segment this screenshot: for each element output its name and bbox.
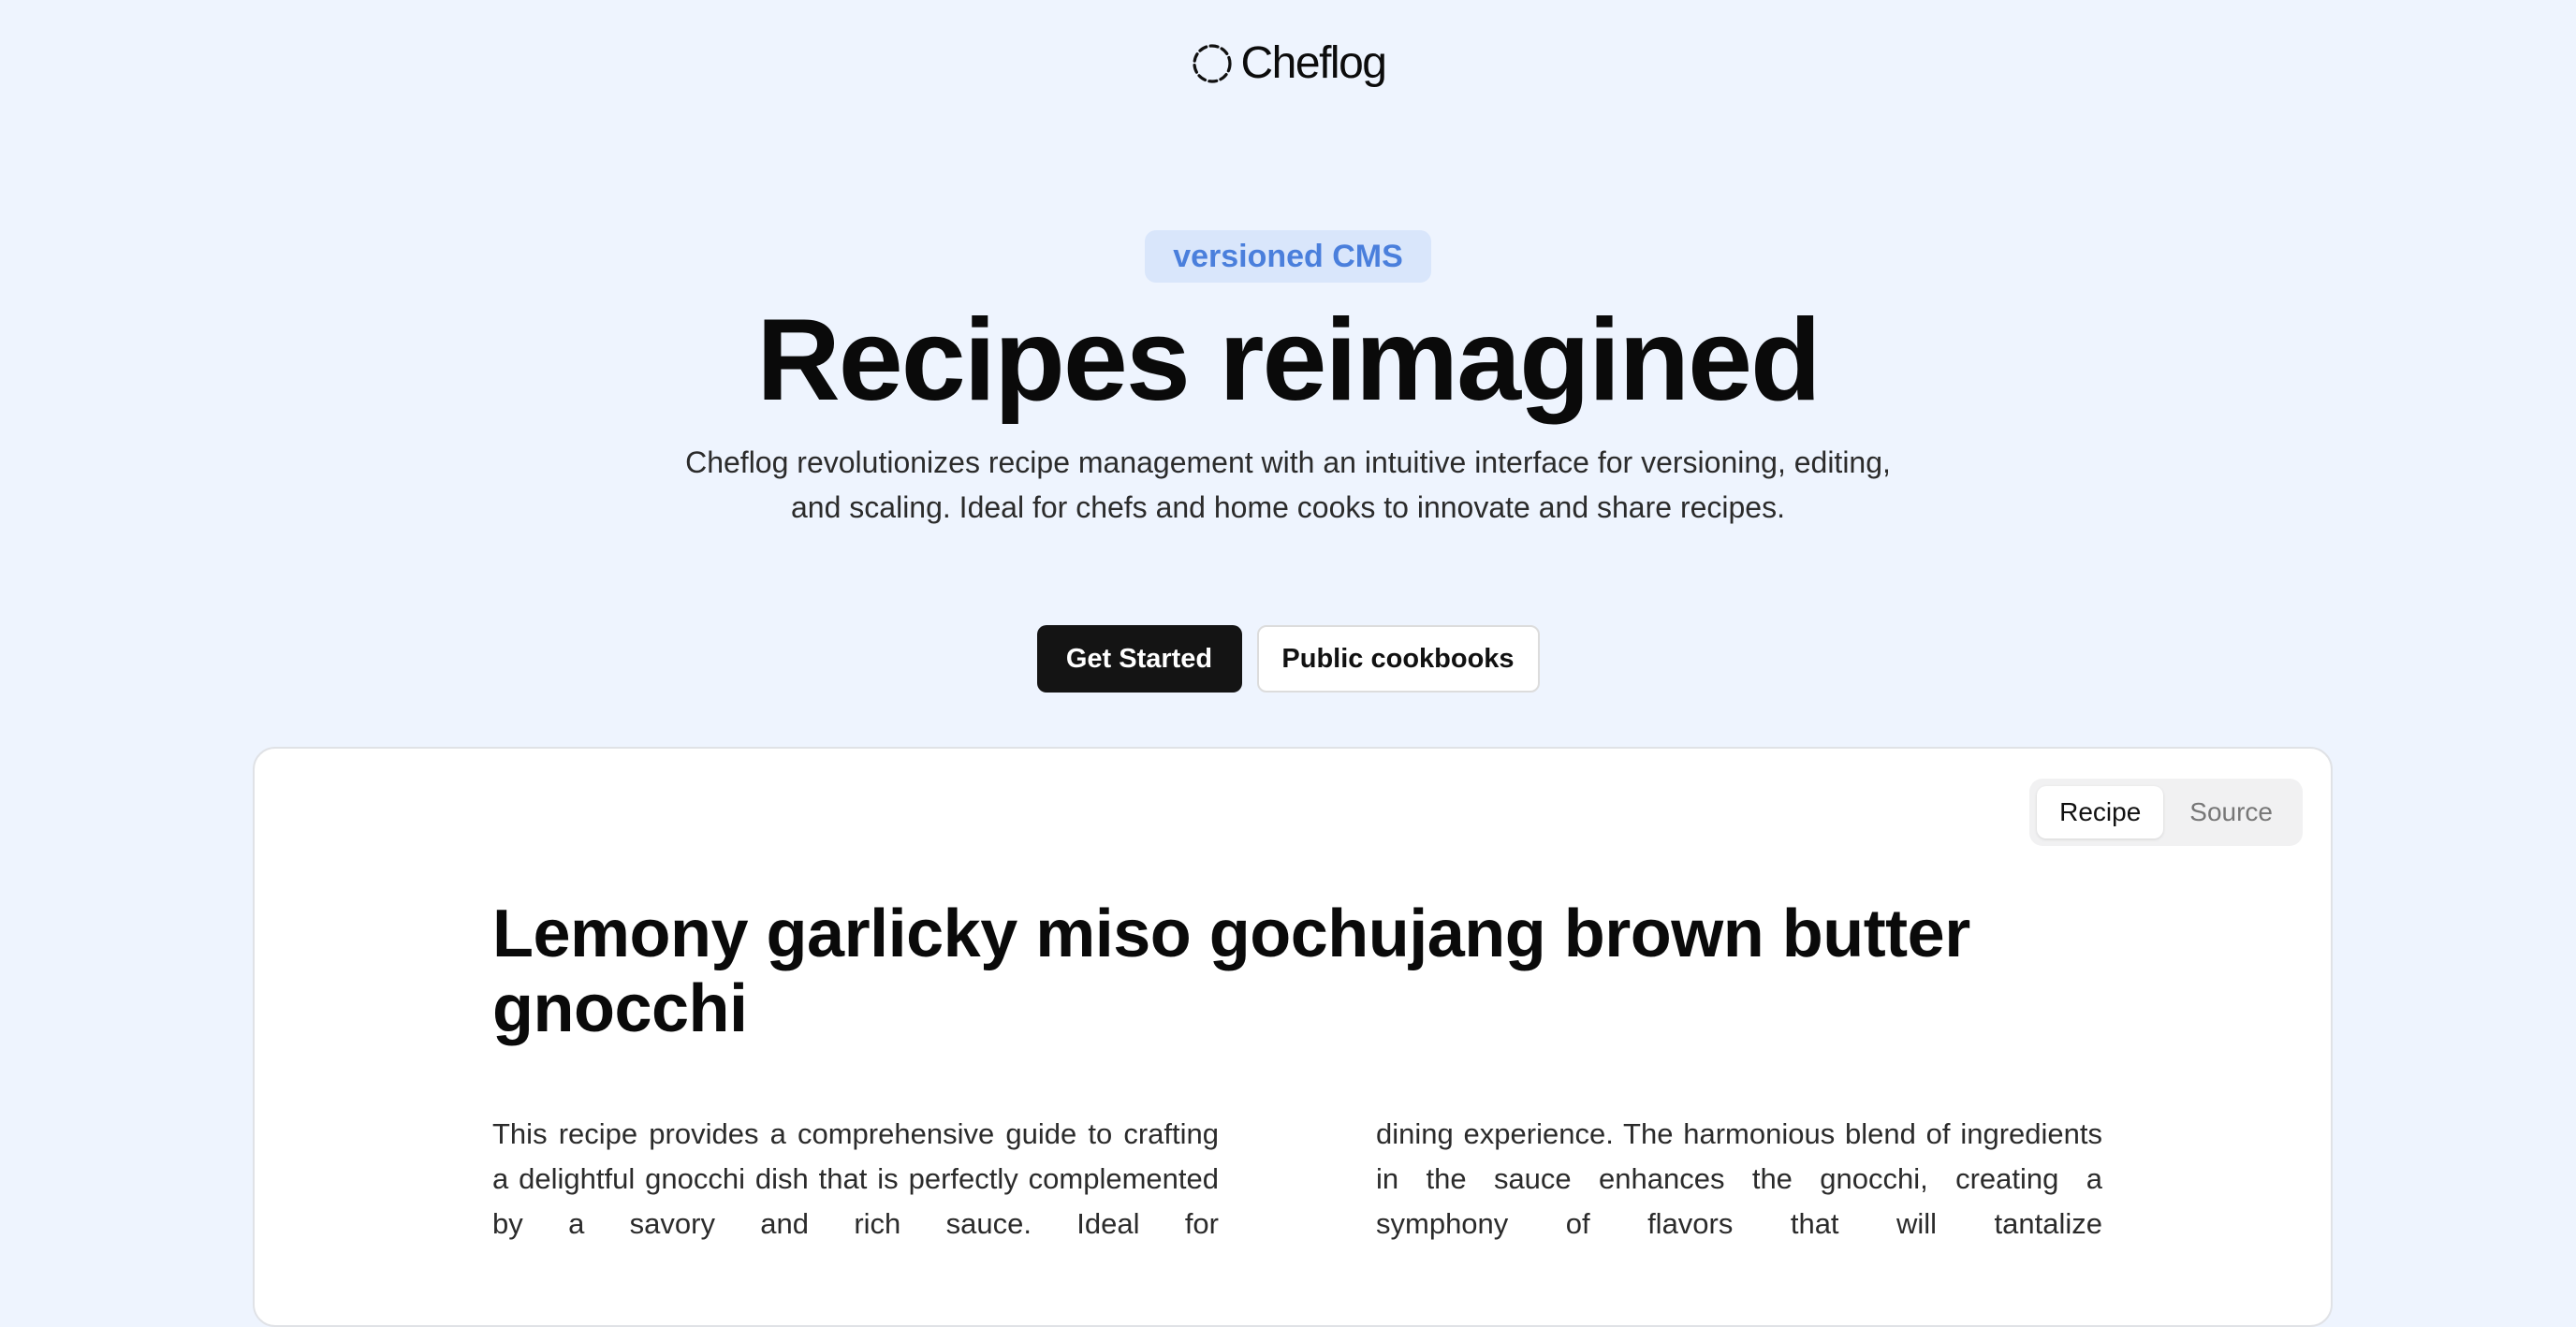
dashed-circle-icon [1192,44,1232,83]
recipe-description-left: This recipe provides a comprehensive gui… [492,1117,1219,1240]
brand-logo[interactable]: Cheflog [1191,38,1387,88]
hero-subtitle: Cheflog revolutionizes recipe management… [685,445,1891,524]
cta-row: Get Started Public cookbooks [1036,625,1540,693]
recipe-title: Lemony garlicky miso gochujang brown but… [492,897,1970,1046]
top-bar: Cheflog [0,41,2576,86]
recipe-description: This recipe provides a comprehensive gui… [492,1112,2102,1247]
hero-title: Recipes reimagined [756,296,1822,425]
get-started-button[interactable]: Get Started [1036,625,1242,693]
recipe-description-right: dining experience. The harmonious blend … [1376,1117,2102,1240]
tab-source[interactable]: Source [2167,786,2295,838]
view-toggle: Recipe Source [2029,779,2303,846]
tab-recipe[interactable]: Recipe [2037,786,2164,838]
feature-badge: versioned CMS [1145,230,1431,283]
recipe-preview-card: Recipe Source Lemony garlicky miso gochu… [253,747,2333,1327]
hero-section: versioned CMS Recipes reimagined Cheflog… [0,230,2576,693]
brand-name: Cheflog [1240,38,1387,88]
public-cookbooks-button[interactable]: Public cookbooks [1256,625,1540,693]
